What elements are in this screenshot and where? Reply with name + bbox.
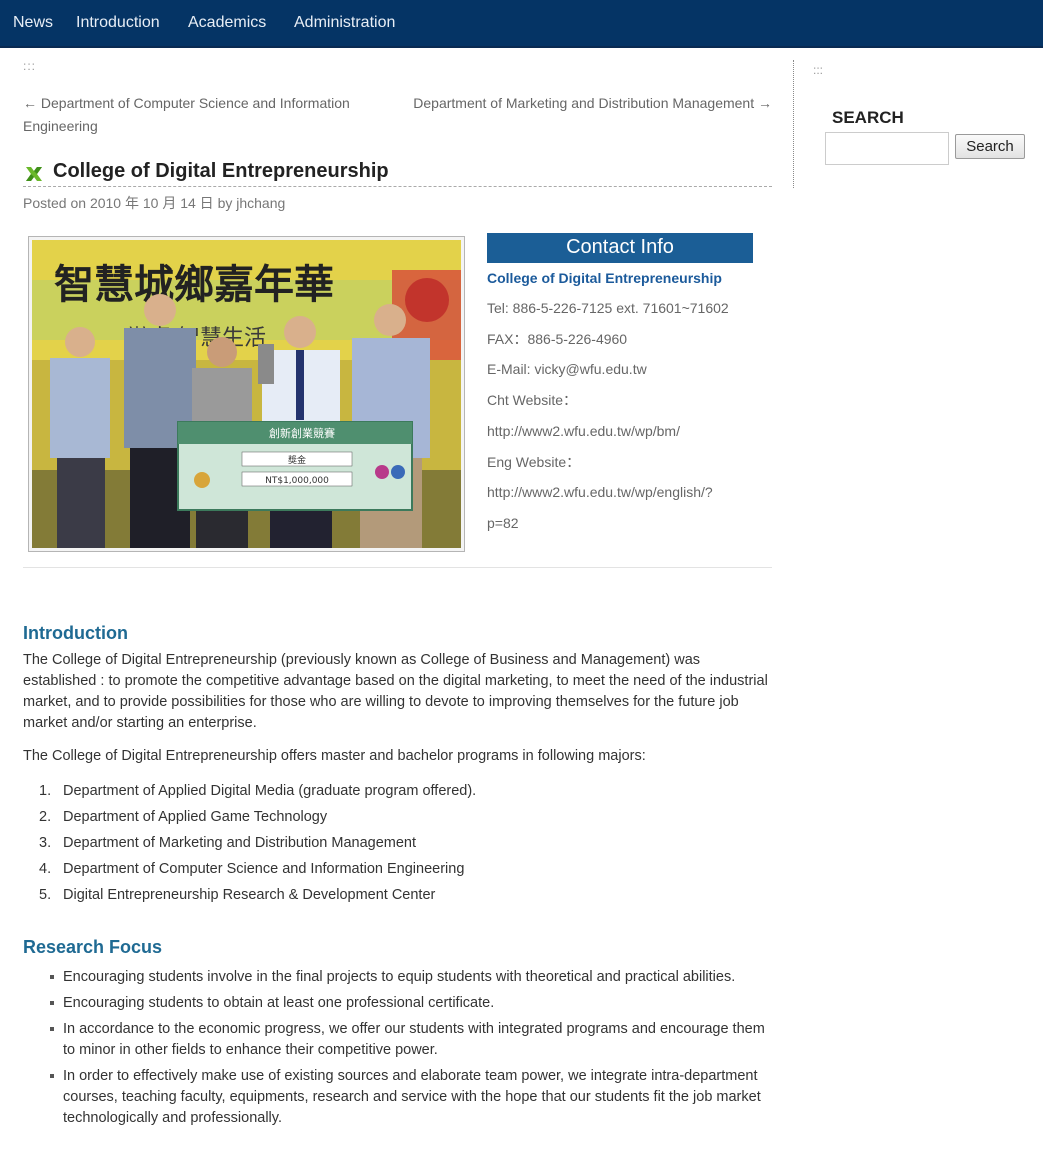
- person-1: [50, 327, 110, 548]
- search-input[interactable]: [825, 132, 949, 165]
- contact-cht-url: http://www2.wfu.edu.tw/wp/bm/: [487, 422, 680, 439]
- list-item-text: Department of Computer Science and Infor…: [63, 861, 465, 877]
- contact-org-name: College of Digital Entrepreneurship: [487, 270, 722, 286]
- list-number: 2.: [39, 809, 52, 825]
- nav-item-administration[interactable]: Administration: [294, 14, 395, 32]
- list-item: 1. Department of Applied Digital Media (g…: [39, 778, 769, 804]
- list-item: In order to effectively make use of exis…: [23, 1066, 772, 1129]
- list-item: 5. Digital Entrepreneurship Research & De…: [39, 882, 769, 908]
- majors-list: 1. Department of Applied Digital Media (g…: [39, 778, 769, 908]
- prize-board: 創新創業競賽 獎金 NT$1,000,000: [177, 421, 413, 511]
- page-title: College of Digital Entrepreneurship: [53, 160, 389, 182]
- list-number: 5.: [39, 887, 52, 903]
- list-item: Encouraging students involve in the fina…: [23, 967, 772, 988]
- bullet-icon: [50, 975, 54, 979]
- award-photo: 智慧城鄉嘉年華 辦桌 智慧生活 創新創業競賽 獎金 NT$1,000,000: [28, 236, 465, 552]
- contact-info-box: Contact Info College of Digital Entrepre…: [487, 233, 753, 539]
- list-item-text: Department of Applied Game Technology: [63, 809, 328, 825]
- board-header: 創新創業競賽: [269, 426, 335, 440]
- trophy: [258, 344, 274, 384]
- list-number: 3.: [39, 835, 52, 851]
- previous-post-link[interactable]: ← Department of Computer Science and Inf…: [23, 92, 393, 138]
- research-focus-heading: Research Focus: [23, 937, 163, 957]
- contact-fax: FAX：886-5-226-4960: [487, 330, 628, 347]
- post-nav-dots: :::: [23, 59, 37, 73]
- next-post-link[interactable]: Department of Marketing and Distribution…: [392, 92, 772, 115]
- list-item-text: In accordance to the economic progress, …: [63, 1021, 765, 1058]
- contact-eng-url: http://www2.wfu.edu.tw/wp/english/?: [487, 484, 713, 501]
- search-widget-title: SEARCH: [832, 108, 904, 127]
- post-meta: Posted on 2010 年 10 月 14 日 by jhchang: [23, 195, 286, 211]
- list-item: 2. Department of Applied Game Technology: [39, 804, 769, 830]
- bullet-icon: [50, 1074, 54, 1078]
- list-item-text: Department of Applied Digital Media (gra…: [63, 783, 477, 799]
- top-navigation-bar: News Introduction Academics Administrati…: [0, 0, 1043, 48]
- list-number: 4.: [39, 861, 52, 877]
- list-item: Encouraging students to obtain at least …: [23, 993, 772, 1014]
- contact-cht-label: Cht Website：: [487, 392, 577, 409]
- list-item-text: Encouraging students involve in the fina…: [63, 969, 736, 985]
- majors-intro-paragraph: The College of Digital Entrepreneurship …: [23, 748, 646, 764]
- bullet-icon: [50, 1027, 54, 1031]
- list-item: 3. Department of Marketing and Distributi…: [39, 830, 769, 856]
- bullet-icon: [50, 1001, 54, 1005]
- contact-eng-url-cont: p=82: [487, 514, 519, 531]
- research-focus-list: Encouraging students involve in the fina…: [23, 967, 772, 1134]
- nav-item-introduction[interactable]: Introduction: [76, 14, 160, 32]
- nav-item-academics[interactable]: Academics: [188, 14, 266, 32]
- list-item: In accordance to the economic progress, …: [23, 1019, 772, 1061]
- board-amount: NT$1,000,000: [265, 476, 329, 486]
- list-item-text: Department of Marketing and Distribution…: [63, 835, 417, 851]
- contact-eng-label: Eng Website：: [487, 453, 581, 470]
- banner-text: 智慧城鄉嘉年華: [54, 262, 334, 308]
- sidebar: ::: SEARCH Search: [813, 63, 1033, 165]
- content-divider: [23, 567, 772, 568]
- list-item-text: Encouraging students to obtain at least …: [63, 995, 495, 1011]
- sidebar-divider: [793, 60, 794, 188]
- contact-email: E-Mail: vicky@wfu.edu.tw: [487, 361, 647, 378]
- list-item: 4. Department of Computer Science and Inf…: [39, 856, 769, 882]
- award-ceremony-image: 智慧城鄉嘉年華 辦桌 智慧生活 創新創業競賽 獎金 NT$1,000,000: [32, 240, 461, 548]
- post-title-row: College of Digital Entrepreneurship: [23, 160, 772, 187]
- contact-tel: Tel: 886-5-226-7125 ext. 71601~71602: [487, 300, 729, 316]
- search-button[interactable]: Search: [955, 134, 1025, 159]
- introduction-paragraph: The College of Digital Entrepreneurship …: [23, 652, 768, 731]
- list-item-text: Digital Entrepreneurship Research & Deve…: [63, 887, 436, 903]
- nav-item-news[interactable]: News: [13, 14, 53, 32]
- list-item-text: In order to effectively make use of exis…: [63, 1068, 761, 1126]
- green-cross-icon: [26, 167, 42, 181]
- sidebar-dots: :::: [813, 63, 824, 77]
- main-content: ::: ← Department of Computer Science and…: [23, 59, 772, 1126]
- list-number: 1.: [39, 783, 52, 799]
- introduction-heading: Introduction: [23, 623, 128, 643]
- contact-heading: Contact Info: [487, 233, 753, 263]
- board-label: 獎金: [288, 454, 306, 466]
